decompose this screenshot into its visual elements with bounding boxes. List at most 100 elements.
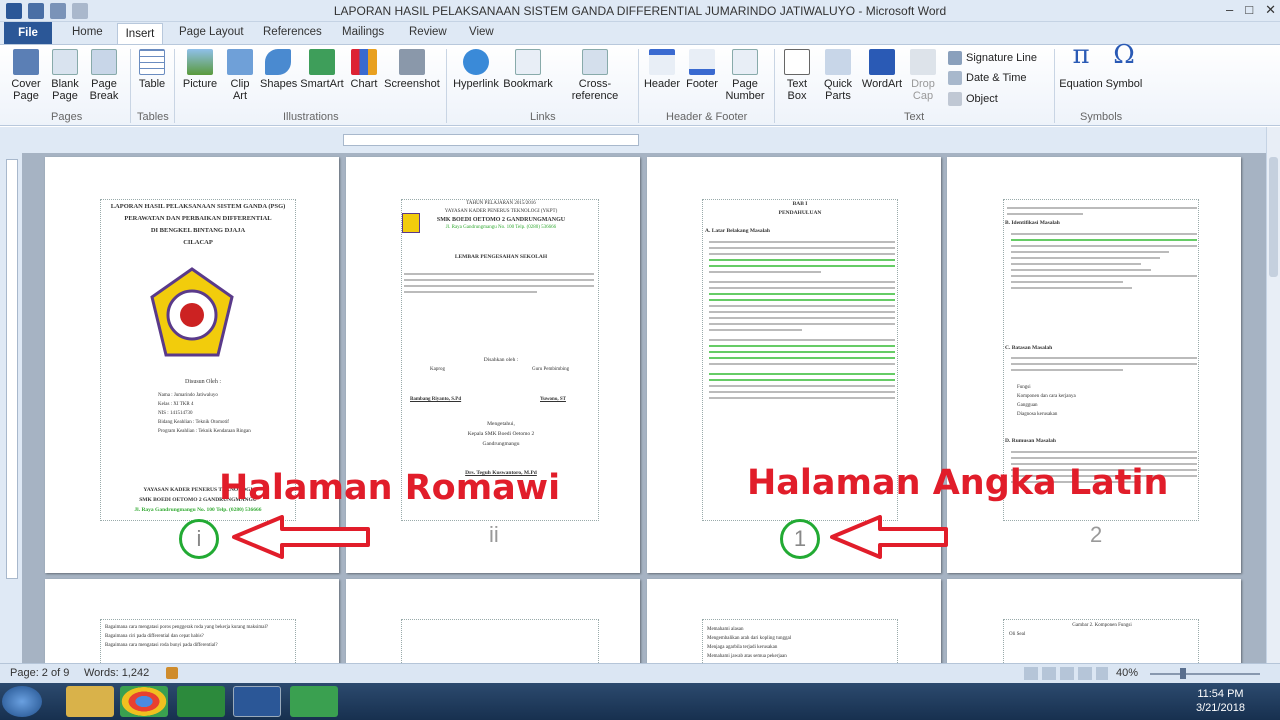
clock[interactable]: 11:54 PM 3/21/2018 bbox=[1196, 687, 1245, 715]
minimize-button[interactable]: – bbox=[1226, 2, 1233, 18]
chart-icon bbox=[351, 49, 377, 75]
page-8[interactable]: Gambar 2. Komponen Fungsi Oli Seal bbox=[947, 579, 1241, 663]
cross-reference-icon bbox=[582, 49, 608, 75]
object-icon bbox=[948, 92, 962, 106]
cover-page-icon bbox=[13, 49, 39, 75]
smartart-button[interactable]: SmartArt bbox=[300, 49, 344, 90]
pi-icon: π bbox=[1072, 40, 1090, 70]
clip-art-icon bbox=[227, 49, 253, 75]
arrow-left-icon bbox=[232, 515, 370, 559]
object-button[interactable]: Object bbox=[948, 92, 998, 106]
scroll-thumb[interactable] bbox=[1269, 157, 1278, 277]
closing-block: Mengetahui, Kepala SMK Boedi Oetomo 2 Ga… bbox=[467, 421, 535, 447]
zoom-slider-thumb[interactable] bbox=[1180, 668, 1186, 679]
wordart-icon bbox=[869, 49, 895, 75]
group-text: Text bbox=[904, 111, 925, 123]
signature-line-icon bbox=[948, 51, 962, 65]
page-2[interactable]: TAHUN PELAJARAN 2015/2016 YAYASAN KADER … bbox=[346, 157, 640, 573]
page-3[interactable]: BAB I PENDAHULUAN A. Latar Belakang Masa… bbox=[647, 157, 941, 573]
calendar-icon bbox=[948, 71, 962, 85]
arrow-left-icon-2 bbox=[830, 515, 948, 559]
proofing-icon[interactable] bbox=[166, 667, 178, 679]
close-button[interactable]: ✕ bbox=[1265, 2, 1276, 18]
page-number-roman-2: ii bbox=[489, 522, 499, 547]
horizontal-ruler[interactable] bbox=[0, 127, 1280, 153]
drop-cap-icon bbox=[910, 49, 936, 75]
maximize-button[interactable]: □ bbox=[1245, 2, 1253, 18]
date-time-button[interactable]: Date & Time bbox=[948, 71, 1027, 85]
page-1[interactable]: LAPORAN HASIL PELAKSANAAN SISTEM GANDA (… bbox=[45, 157, 339, 573]
page-4[interactable]: B. Identifikasi Masalah C. Batasan Masal… bbox=[947, 157, 1241, 573]
tab-review[interactable]: Review bbox=[409, 26, 447, 38]
picture-button[interactable]: Picture bbox=[182, 49, 218, 90]
bookmark-icon bbox=[515, 49, 541, 75]
file-explorer-icon[interactable] bbox=[66, 686, 114, 717]
header-button[interactable]: Header bbox=[643, 49, 681, 90]
page-number-roman: i bbox=[179, 519, 219, 559]
quick-parts-icon bbox=[825, 49, 851, 75]
footer-icon bbox=[689, 49, 715, 75]
ribbon-insert: Cover Page Blank Page Page Break Pages T… bbox=[0, 40, 1280, 126]
hyperlink-button[interactable]: Hyperlink bbox=[452, 49, 500, 90]
word-taskbar-icon[interactable] bbox=[233, 686, 281, 717]
school-logo bbox=[150, 267, 234, 357]
cover-title: LAPORAN HASIL PELAKSANAAN SISTEM GANDA (… bbox=[110, 203, 286, 246]
word-count[interactable]: Words: 1,242 bbox=[84, 667, 149, 679]
tab-file[interactable]: File bbox=[4, 22, 52, 44]
vertical-ruler[interactable] bbox=[0, 153, 22, 663]
start-button[interactable] bbox=[2, 686, 42, 717]
picture-icon bbox=[187, 49, 213, 75]
page-break-button[interactable]: Page Break bbox=[86, 49, 122, 102]
camtasia-recorder-icon[interactable] bbox=[290, 686, 338, 717]
tab-insert[interactable]: Insert bbox=[117, 23, 163, 45]
zoom-slider[interactable] bbox=[1150, 673, 1260, 675]
chart-button[interactable]: Chart bbox=[348, 49, 380, 90]
status-bar: Page: 2 of 9 Words: 1,242 40% bbox=[0, 663, 1280, 683]
wordart-button[interactable]: WordArt bbox=[860, 49, 904, 90]
chapter-body bbox=[709, 237, 895, 403]
page-count[interactable]: Page: 2 of 9 bbox=[10, 667, 69, 679]
page-7[interactable]: Memahami alasan Mengembalikan arah dari … bbox=[647, 579, 941, 663]
camtasia-icon[interactable] bbox=[177, 686, 225, 717]
cross-reference-button[interactable]: Cross-reference bbox=[556, 49, 634, 102]
window-title: LAPORAN HASIL PELAKSANAAN SISTEM GANDA D… bbox=[333, 4, 947, 18]
tab-page-layout[interactable]: Page Layout bbox=[179, 26, 244, 38]
vertical-scrollbar[interactable] bbox=[1266, 127, 1280, 663]
clip-art-button[interactable]: Clip Art bbox=[226, 49, 254, 102]
shapes-button[interactable]: Shapes bbox=[260, 49, 297, 90]
omega-icon: Ω bbox=[1113, 40, 1135, 70]
letterhead: TAHUN PELAJARAN 2015/2016 YAYASAN KADER … bbox=[436, 201, 566, 230]
text-box-button[interactable]: Text Box bbox=[780, 49, 814, 102]
tab-home[interactable]: Home bbox=[72, 26, 103, 38]
page-5[interactable]: Bagaimana cara mengatasi poros penggerak… bbox=[45, 579, 339, 663]
document-canvas[interactable]: LAPORAN HASIL PELAKSANAAN SISTEM GANDA (… bbox=[22, 153, 1266, 663]
shapes-icon bbox=[265, 49, 291, 75]
quick-parts-button[interactable]: Quick Parts bbox=[818, 49, 858, 102]
page-6[interactable] bbox=[346, 579, 640, 663]
tab-references[interactable]: References bbox=[263, 26, 322, 38]
page-number-latin-2: 2 bbox=[1090, 522, 1103, 547]
bookmark-button[interactable]: Bookmark bbox=[502, 49, 554, 90]
cover-page-button[interactable]: Cover Page bbox=[6, 49, 46, 102]
letterhead-logo bbox=[402, 213, 420, 233]
equation-button[interactable]: π Equation bbox=[1058, 40, 1104, 90]
text-box-icon bbox=[784, 49, 810, 75]
symbol-button[interactable]: Ω Symbol bbox=[1104, 40, 1144, 90]
tab-view[interactable]: View bbox=[469, 26, 494, 38]
annotation-latin: Halaman Angka Latin bbox=[747, 463, 1169, 503]
tab-mailings[interactable]: Mailings bbox=[342, 26, 384, 38]
screenshot-icon bbox=[399, 49, 425, 75]
table-button[interactable]: Table bbox=[136, 49, 168, 90]
footer-button[interactable]: Footer bbox=[684, 49, 720, 90]
title-bar: LAPORAN HASIL PELAKSANAAN SISTEM GANDA D… bbox=[0, 0, 1280, 22]
drop-cap-button[interactable]: Drop Cap bbox=[906, 49, 940, 102]
screenshot-button[interactable]: Screenshot bbox=[384, 49, 440, 90]
blank-page-button[interactable]: Blank Page bbox=[48, 49, 82, 102]
view-buttons[interactable] bbox=[1024, 667, 1108, 680]
chapter-heading: BAB I PENDAHULUAN bbox=[778, 201, 822, 216]
chrome-icon[interactable] bbox=[120, 686, 168, 717]
group-illustrations: Illustrations bbox=[283, 111, 339, 123]
page-number-button[interactable]: Page Number bbox=[722, 49, 768, 102]
signature-line-button[interactable]: Signature Line bbox=[948, 51, 1037, 65]
zoom-level[interactable]: 40% bbox=[1116, 667, 1138, 679]
